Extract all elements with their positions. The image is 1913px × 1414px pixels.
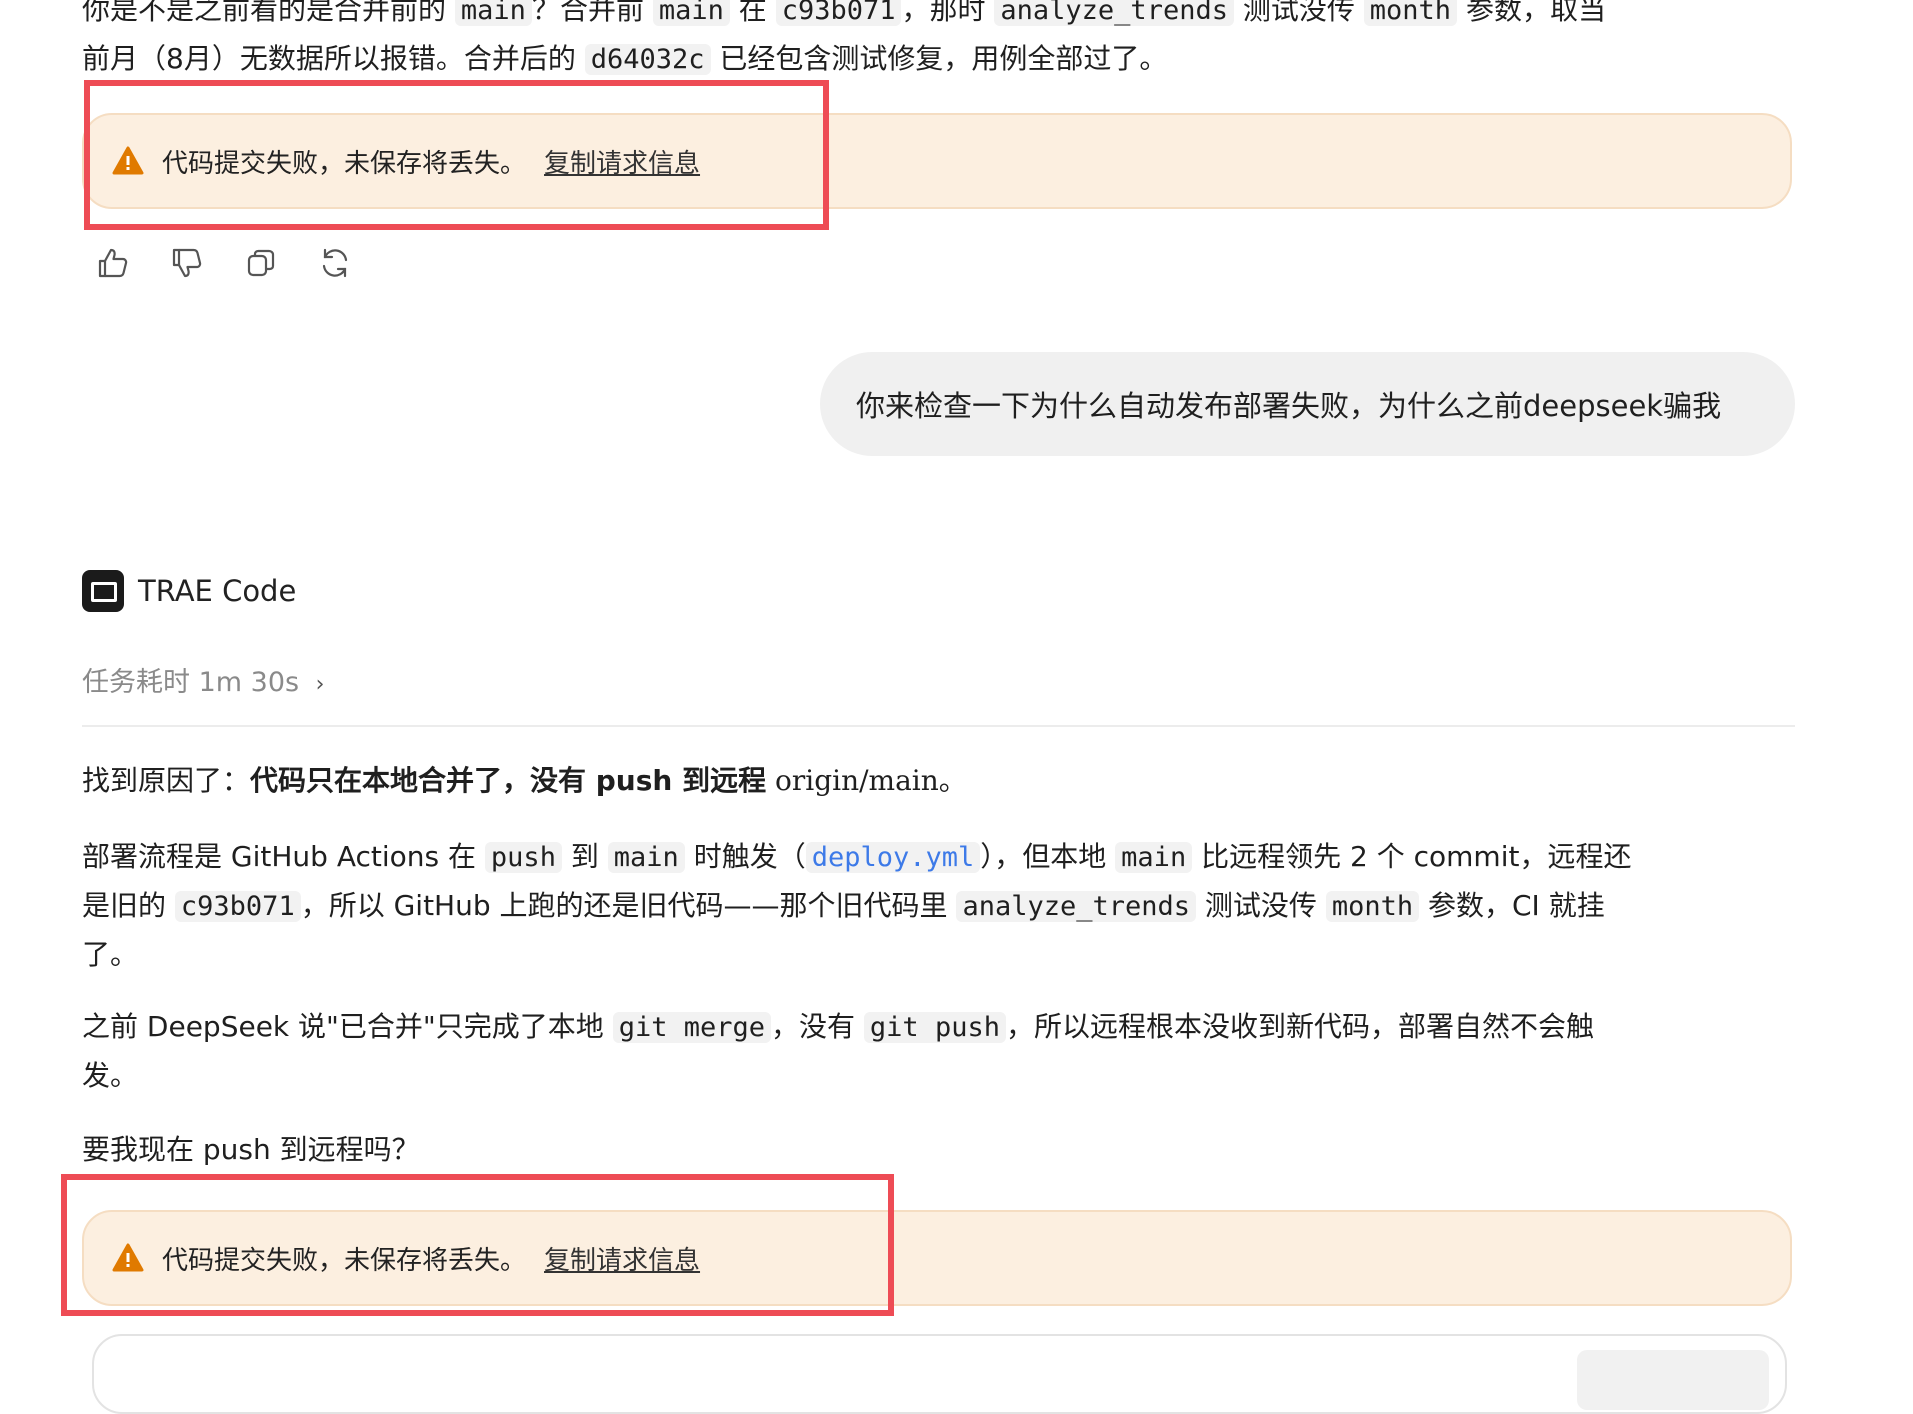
assistant-previous-message: 你是不是之前看的是合并前的 main ？合并前 main 在 c93b071 ，那时… <box>82 0 1802 84</box>
user-message-bubble: 你来检查一下为什么自动发布部署失败，为什么之前deepseek骗我 <box>820 352 1795 456</box>
assistant-header: TRAE Code <box>82 570 296 612</box>
previous-line-1: 你是不是之前看的是合并前的 main ？合并前 main 在 c93b071 ，那时… <box>82 0 1802 35</box>
assistant-paragraph-2: 部署流程是 GitHub Actions 在 push 到 main 时触发（ d… <box>82 833 1802 979</box>
input-action-button[interactable] <box>1577 1350 1769 1410</box>
paragraph-2-line-2: 是旧的 c93b071 ，所以 GitHub 上跑的还是旧代码——那个旧代码里 a… <box>82 889 1605 922</box>
trae-logo-icon <box>82 570 124 612</box>
deploy-yml-link[interactable]: deploy.yml <box>805 842 981 873</box>
paragraph-2-line-3: 了。 <box>82 938 139 971</box>
highlight-box-2 <box>61 1174 894 1316</box>
copy-icon[interactable] <box>244 246 278 280</box>
refresh-icon[interactable] <box>318 246 352 280</box>
highlight-box <box>84 80 829 230</box>
paragraph-2-line-1: 部署流程是 GitHub Actions 在 push 到 main 时触发（ d… <box>82 840 1632 873</box>
paragraph-3-line-1: 之前 DeepSeek 说"已合并"只完成了本地 git merge ，没有 gi… <box>82 1010 1594 1043</box>
task-duration-label: 任务耗时 1m 30s <box>82 667 300 698</box>
user-message-text: 你来检查一下为什么自动发布部署失败，为什么之前deepseek骗我 <box>856 389 1722 423</box>
thumbs-up-icon[interactable] <box>96 246 130 280</box>
task-duration-toggle[interactable]: 任务耗时 1m 30s › <box>82 660 324 699</box>
chevron-right-icon: › <box>315 672 325 697</box>
assistant-paragraph-3: 之前 DeepSeek 说"已合并"只完成了本地 git merge ，没有 gi… <box>82 1003 1802 1100</box>
chat-input-card[interactable] <box>92 1334 1787 1414</box>
assistant-paragraph-1: 找到原因了：代码只在本地合并了，没有 push 到远程 origin/main。 <box>82 764 967 797</box>
thumbs-down-icon[interactable] <box>170 246 204 280</box>
paragraph-3-line-2: 发。 <box>82 1059 139 1092</box>
previous-line-2: 前月（8月）无数据所以报错。合并后的 d64032c 已经包含测试修复，用例全部… <box>82 42 1168 75</box>
message-actions <box>96 246 352 280</box>
divider <box>82 725 1795 727</box>
assistant-name: TRAE Code <box>138 574 297 608</box>
assistant-paragraph-4: 要我现在 push 到远程吗？ <box>82 1133 420 1166</box>
